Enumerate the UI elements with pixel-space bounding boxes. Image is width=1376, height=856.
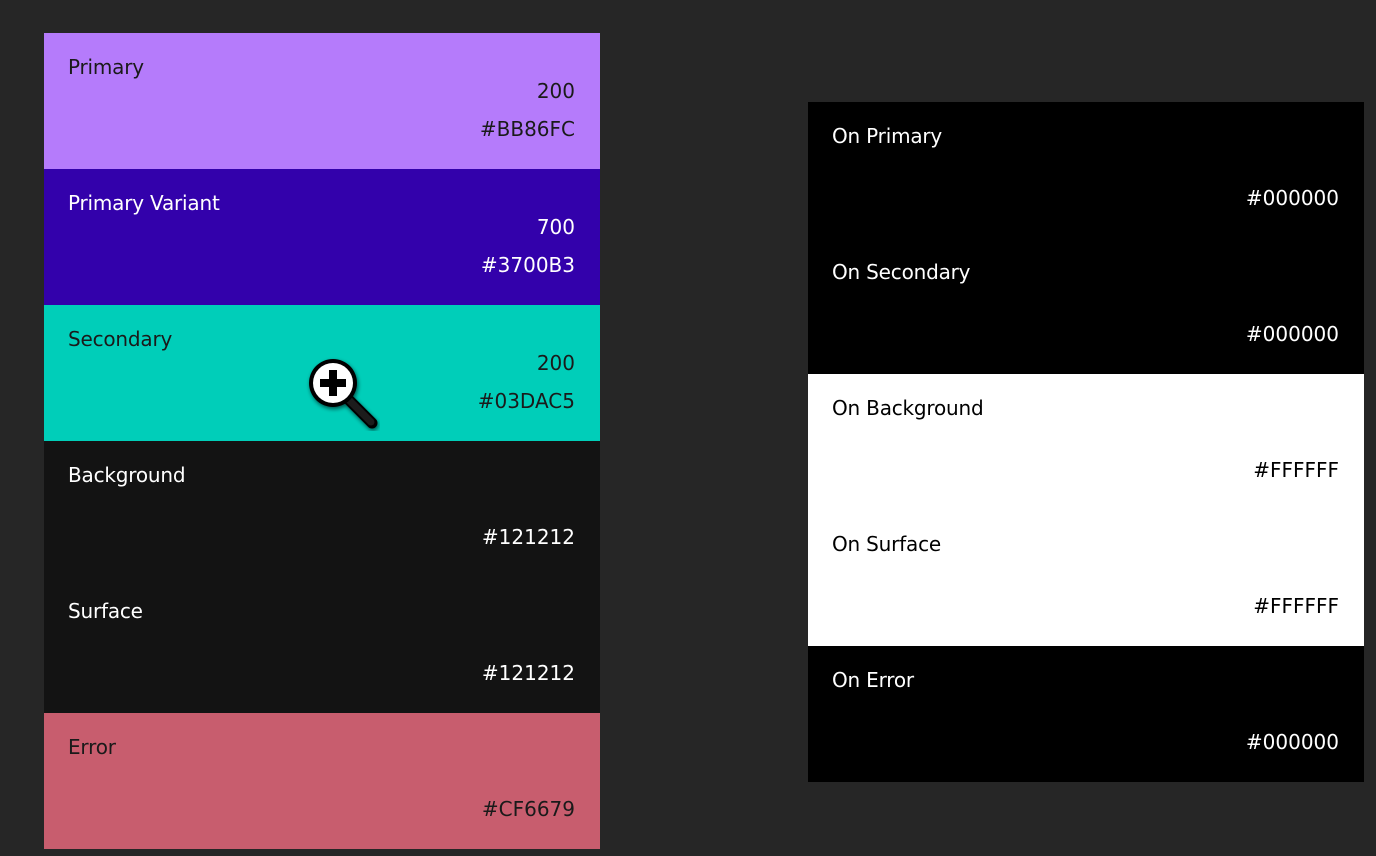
- swatch-name: Primary Variant: [68, 191, 220, 215]
- swatch-on-surface[interactable]: On Surface #FFFFFF: [808, 510, 1364, 646]
- swatch-hex: #000000: [1245, 730, 1339, 754]
- swatch-name: Primary: [68, 55, 144, 79]
- swatch-tone: 200: [536, 351, 575, 375]
- swatch-on-error[interactable]: On Error #000000: [808, 646, 1364, 782]
- swatch-hex: #121212: [481, 525, 575, 549]
- swatch-hex: #000000: [1245, 186, 1339, 210]
- swatch-name: On Surface: [832, 532, 941, 556]
- swatch-name: On Background: [832, 396, 984, 420]
- swatch-hex: #121212: [481, 661, 575, 685]
- swatch-name: Secondary: [68, 327, 173, 351]
- swatch-primary[interactable]: Primary 200 #BB86FC: [44, 33, 600, 169]
- swatch-hex: #000000: [1245, 322, 1339, 346]
- swatch-name: On Error: [832, 668, 914, 692]
- swatch-name: Error: [68, 735, 116, 759]
- swatch-hex: #FFFFFF: [1253, 594, 1339, 618]
- swatch-secondary[interactable]: Secondary 200 #03DAC5: [44, 305, 600, 441]
- swatch-hex: #CF6679: [481, 797, 575, 821]
- swatch-hex: #BB86FC: [479, 117, 575, 141]
- swatch-error[interactable]: Error #CF6679: [44, 713, 600, 849]
- swatch-hex: #FFFFFF: [1253, 458, 1339, 482]
- swatch-surface[interactable]: Surface #121212: [44, 577, 600, 713]
- on-color-palette: On Primary #000000 On Secondary #000000 …: [808, 102, 1364, 782]
- swatch-name: On Secondary: [832, 260, 971, 284]
- swatch-hex: #03DAC5: [477, 389, 575, 413]
- swatch-name: Surface: [68, 599, 143, 623]
- primary-color-palette: Primary 200 #BB86FC Primary Variant 700 …: [44, 33, 600, 849]
- swatch-tone: 200: [536, 79, 575, 103]
- swatch-background[interactable]: Background #121212: [44, 441, 600, 577]
- swatch-name: On Primary: [832, 124, 943, 148]
- swatch-hex: #3700B3: [480, 253, 575, 277]
- swatch-on-secondary[interactable]: On Secondary #000000: [808, 238, 1364, 374]
- swatch-tone: 700: [536, 215, 575, 239]
- swatch-name: Background: [68, 463, 186, 487]
- swatch-on-background[interactable]: On Background #FFFFFF: [808, 374, 1364, 510]
- swatch-primary-variant[interactable]: Primary Variant 700 #3700B3: [44, 169, 600, 305]
- swatch-on-primary[interactable]: On Primary #000000: [808, 102, 1364, 238]
